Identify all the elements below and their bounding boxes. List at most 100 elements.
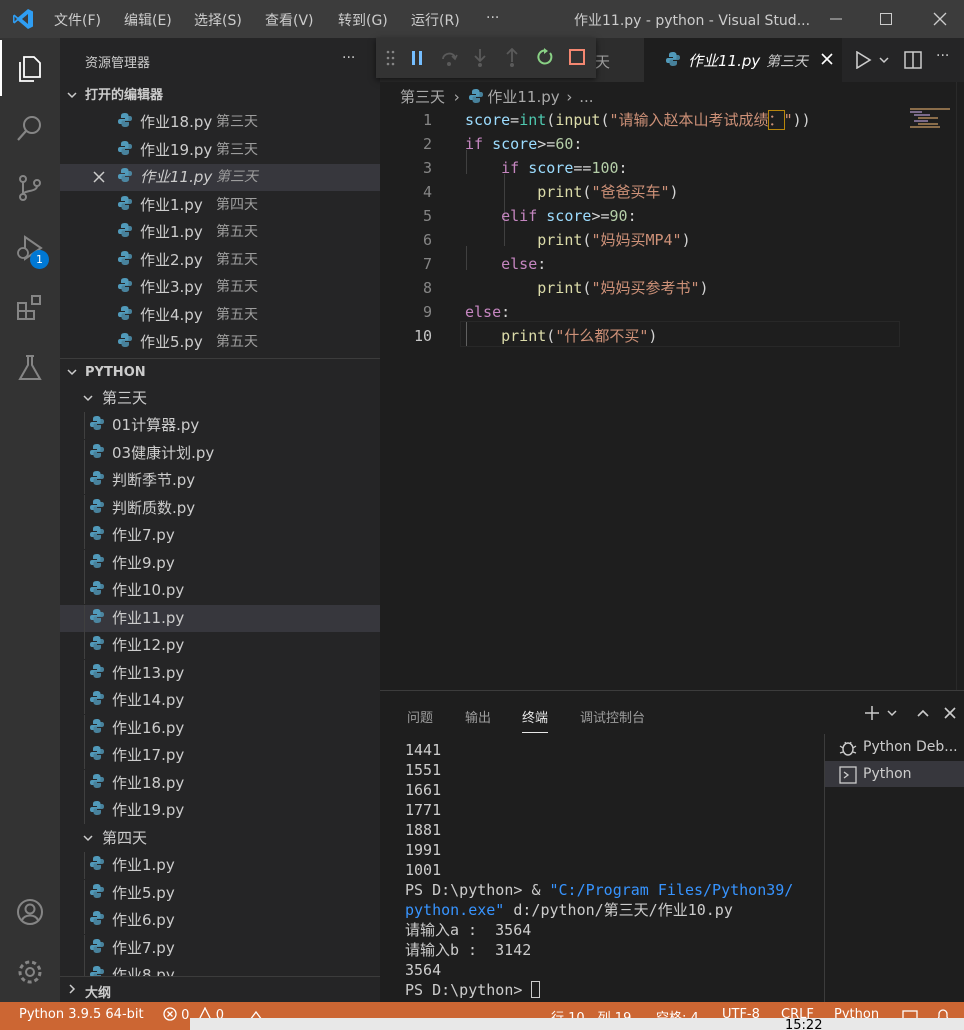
- split-editor-icon[interactable]: [904, 51, 922, 73]
- file-item[interactable]: 作业1.py: [60, 852, 380, 879]
- run-dropdown-icon[interactable]: [878, 54, 890, 70]
- source-control-icon[interactable]: [0, 160, 60, 216]
- python-interpreter[interactable]: Python 3.9.5 64-bit: [19, 1007, 144, 1022]
- menu-view[interactable]: 查看(V): [265, 10, 314, 30]
- file-item[interactable]: 作业18.py: [60, 769, 380, 797]
- code-line-5: elif score>=90:: [501, 207, 637, 225]
- new-terminal-icon[interactable]: [864, 705, 880, 725]
- settings-gear-icon[interactable]: [0, 944, 60, 1000]
- open-editor-item[interactable]: 作业1.py 第四天: [60, 192, 380, 219]
- file-item[interactable]: 作业10.py: [60, 577, 380, 604]
- tab-output[interactable]: 输出: [465, 707, 491, 726]
- file-item[interactable]: 作业12.py: [60, 632, 380, 659]
- more-actions-button[interactable]: ···: [936, 48, 949, 64]
- terminal-prompt[interactable]: PS D:\python>: [405, 980, 541, 1000]
- open-editor-item[interactable]: 作业4.py 第五天: [60, 302, 380, 329]
- menu-go[interactable]: 转到(G): [338, 10, 388, 30]
- tab-active[interactable]: 作业11.py 第三天: [644, 38, 842, 82]
- workspace-header[interactable]: PYTHON: [60, 358, 380, 385]
- file-name: 作业16.py: [112, 718, 185, 737]
- editor-area[interactable]: 第三天 › 作业11.py › ... 1 2 3 4 5 6 7 8 9 10 score=in…: [380, 82, 964, 690]
- tab-problems[interactable]: 问题: [407, 707, 433, 726]
- step-over-icon[interactable]: [440, 49, 458, 71]
- open-editor-item[interactable]: 作业1.py 第五天: [60, 219, 380, 246]
- open-editor-item[interactable]: 作业3.py 第五天: [60, 274, 380, 301]
- terminal-item-python[interactable]: Python: [825, 761, 964, 787]
- close-tab-icon[interactable]: [820, 52, 834, 70]
- menu-file[interactable]: 文件(F): [54, 10, 101, 30]
- breadcrumb-folder[interactable]: 第三天: [400, 88, 445, 106]
- minimize-button[interactable]: [812, 0, 860, 38]
- open-editor-folder: 第三天: [216, 114, 258, 130]
- file-item[interactable]: 作业6.py: [60, 907, 380, 934]
- line-number: 10: [413, 327, 432, 345]
- minimap[interactable]: [908, 108, 958, 130]
- file-item[interactable]: 作业19.py: [60, 797, 380, 824]
- breadcrumb-more[interactable]: ...: [579, 88, 593, 106]
- menu-run[interactable]: 运行(R): [411, 10, 460, 30]
- outline-header[interactable]: 大纲: [60, 976, 380, 1002]
- breadcrumb-file[interactable]: 作业11.py: [487, 88, 559, 106]
- search-icon[interactable]: [0, 100, 60, 156]
- account-icon[interactable]: [0, 884, 60, 940]
- close-panel-icon[interactable]: [943, 706, 957, 724]
- file-item[interactable]: 作业17.py: [60, 742, 380, 769]
- scrollbar[interactable]: [956, 82, 964, 690]
- tab-debug-console[interactable]: 调试控制台: [580, 707, 645, 726]
- terminal-line: 1771: [405, 801, 442, 819]
- testing-icon[interactable]: [0, 340, 60, 396]
- file-item[interactable]: 作业14.py: [60, 687, 380, 714]
- code-line-8: print("妈妈买参考书"): [537, 279, 709, 297]
- terminal-item-debug[interactable]: Python Deb...: [825, 734, 964, 760]
- drag-handle-icon[interactable]: [386, 50, 396, 70]
- pause-icon[interactable]: [410, 50, 424, 70]
- run-debug-icon[interactable]: 1: [0, 220, 60, 276]
- menu-selection[interactable]: 选择(S): [194, 10, 242, 30]
- menu-more[interactable]: ···: [486, 10, 499, 26]
- menu-edit[interactable]: 编辑(E): [124, 10, 172, 30]
- file-name: 作业5.py: [112, 883, 175, 902]
- file-item[interactable]: 作业7.py: [60, 522, 380, 549]
- file-item[interactable]: 作业11.py: [60, 604, 380, 632]
- file-item[interactable]: 01计算器.py: [60, 412, 380, 439]
- file-item[interactable]: 作业7.py: [60, 934, 380, 962]
- extensions-icon[interactable]: [0, 280, 60, 336]
- open-editor-item[interactable]: 作业18.py 第三天: [60, 109, 380, 136]
- file-item[interactable]: 判断质数.py: [60, 494, 380, 522]
- open-editor-folder: 第五天: [216, 334, 258, 350]
- open-editor-item[interactable]: 作业5.py 第五天: [60, 329, 380, 356]
- line-number: 3: [422, 159, 432, 177]
- folder-third-day[interactable]: 第三天: [60, 385, 380, 412]
- folder-fourth-day[interactable]: 第四天: [60, 825, 380, 852]
- run-python-icon[interactable]: [854, 50, 872, 73]
- chevron-down-icon[interactable]: [886, 707, 898, 723]
- tab-terminal[interactable]: 终端: [522, 707, 549, 733]
- maximize-button[interactable]: [862, 0, 910, 38]
- code-line-9: else:: [465, 303, 511, 321]
- file-item[interactable]: 作业5.py: [60, 879, 380, 907]
- open-editor-folder: 第五天: [216, 306, 258, 323]
- open-editor-name: 作业1.py: [140, 223, 203, 241]
- close-window-button[interactable]: [916, 0, 964, 38]
- open-editor-item[interactable]: 作业11.py 第三天: [60, 164, 380, 191]
- step-out-icon[interactable]: [504, 47, 520, 72]
- maximize-panel-icon[interactable]: [916, 707, 930, 723]
- title-bar: 文件(F) 编辑(E) 选择(S) 查看(V) 转到(G) 运行(R) ··· …: [0, 0, 964, 38]
- file-item[interactable]: 作业13.py: [60, 659, 380, 687]
- open-editor-item[interactable]: 作业19.py 第三天: [60, 137, 380, 164]
- file-item[interactable]: 作业16.py: [60, 714, 380, 742]
- explorer-icon[interactable]: [0, 40, 60, 96]
- open-editor-item[interactable]: 作业2.py 第五天: [60, 247, 380, 274]
- terminal-line: 1661: [405, 781, 442, 799]
- file-item[interactable]: 作业9.py: [60, 549, 380, 577]
- stop-icon[interactable]: [569, 49, 585, 69]
- file-name: 作业11.py: [112, 608, 185, 627]
- restart-icon[interactable]: [536, 48, 554, 70]
- sidebar-more-button[interactable]: ···: [342, 50, 355, 66]
- python-file-icon: [118, 219, 132, 246]
- open-editors-header[interactable]: 打开的编辑器: [60, 82, 380, 109]
- file-item[interactable]: 判断季节.py: [60, 467, 380, 494]
- step-into-icon[interactable]: [472, 48, 488, 72]
- explorer-sidebar: 资源管理器 ··· 打开的编辑器 作业18.py 第三天 作业19.py 第三天 作业1…: [60, 38, 380, 1002]
- file-item[interactable]: 03健康计划.py: [60, 439, 380, 467]
